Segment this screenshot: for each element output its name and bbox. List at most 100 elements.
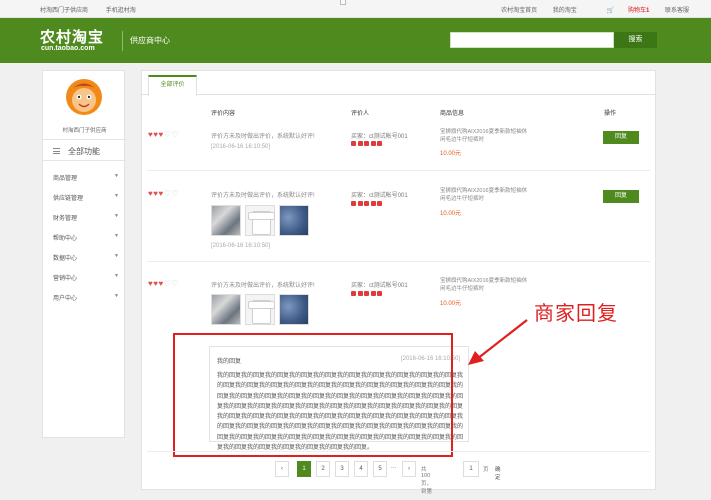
scroll-handle[interactable] (340, 0, 346, 5)
top-link-home[interactable]: 农村淘宝首页 (501, 8, 537, 14)
chevron-down-icon: ▼ (114, 293, 119, 299)
cart-count: 1 (645, 8, 650, 14)
sidebar-item-data[interactable]: 数据中心 ▼ (53, 253, 119, 265)
pagination-ellipsis: ... (391, 464, 397, 470)
chevron-down-icon: ▼ (114, 273, 119, 279)
header: 农村淘宝 cun.taobao.com 供应商中心 搜索 (0, 18, 711, 63)
review-photo[interactable] (279, 294, 309, 325)
review-photo[interactable] (211, 205, 241, 236)
sidebar-item-marketing[interactable]: 营销中心 ▼ (53, 273, 119, 285)
sidebar-item-label: 商品管理 (53, 176, 78, 182)
header-title: 供应商中心 (130, 36, 170, 45)
top-bar: 村淘西门子供应商 手机逛村淘 农村淘宝首页 我的淘宝 🛒 购物车1 联系客服 (0, 0, 711, 18)
annotation-label: 商家回复 (534, 301, 618, 325)
review-photo[interactable] (279, 205, 309, 236)
tab-all-reviews[interactable]: 全部评价 (148, 75, 197, 96)
review-text: 评价方未及时做出评价，系统默认好评! (211, 283, 315, 289)
all-functions-toggle[interactable]: 全部功能 (43, 139, 126, 161)
tab-bar: 全部评价 (142, 71, 655, 96)
pagination-page-4[interactable]: 4 (354, 461, 368, 477)
hamburger-menu-icon (53, 148, 60, 154)
review-photo[interactable] (211, 294, 241, 325)
sidebar-item-finance[interactable]: 财务管理 ▼ (53, 213, 119, 225)
pagination-page-5[interactable]: 5 (373, 461, 387, 477)
header-divider (122, 31, 123, 51)
review-date: [2016-06-16 16:10:50] (211, 144, 271, 150)
sidebar-item-label: 帮助中心 (53, 236, 78, 242)
column-header-product: 商品信息 (440, 111, 465, 117)
chevron-down-icon: ▼ (114, 173, 119, 179)
product-price: 10.00元 (440, 151, 462, 157)
chevron-down-icon: ▼ (114, 213, 119, 219)
sidebar-item-products[interactable]: 商品管理 ▼ (53, 173, 119, 185)
top-right-links: 农村淘宝首页 我的淘宝 🛒 购物车1 联系客服 (487, 5, 689, 14)
review-buyer: 买家：ct测试帐号001 (351, 193, 408, 199)
heart-icon: ♡ (171, 130, 180, 139)
store-name: 村淘西门子供应商 (62, 128, 107, 134)
pagination-page-input[interactable]: 1 (463, 461, 479, 477)
logo-domain: cun.taobao.com (41, 45, 95, 52)
search-button[interactable]: 搜索 (614, 32, 657, 48)
chevron-down-icon: ▼ (114, 253, 119, 259)
all-functions-label: 全部功能 (68, 147, 100, 156)
pagination-page-2[interactable]: 2 (316, 461, 330, 477)
top-left-links: 村淘西门子供应商 手机逛村淘 (40, 5, 152, 14)
product-price: 10.00元 (440, 301, 462, 307)
row-divider (147, 451, 650, 452)
sidebar-item-label: 数据中心 (53, 256, 78, 262)
buyer-rating (351, 201, 385, 206)
top-link-store[interactable]: 村淘西门子供应商 (40, 8, 88, 14)
logo-text[interactable]: 农村淘宝 (40, 26, 104, 47)
arrow-annotation-icon (468, 319, 528, 365)
sidebar-item-help[interactable]: 帮助中心 ▼ (53, 233, 119, 245)
product-title[interactable]: 宝狮旗代购AIX2016夏季新款短袖休闲毛边牛仔短裤时 (440, 129, 530, 144)
review-photo[interactable] (245, 294, 275, 325)
column-header-action: 操作 (604, 111, 617, 117)
cart-label: 购物车 (627, 8, 646, 14)
buyer-rating (351, 141, 385, 146)
heart-icon: ♡ (171, 189, 180, 198)
review-photo[interactable] (245, 205, 275, 236)
product-title[interactable]: 宝狮旗代购AIX2016夏季新款短袖休闲毛边牛仔短裤时 (440, 188, 530, 203)
sidebar-item-label: 营销中心 (53, 276, 78, 282)
review-date: [2016-06-16 16:10:50] (211, 243, 271, 249)
product-price: 10.00元 (440, 211, 462, 217)
pagination-page-3[interactable]: 3 (335, 461, 349, 477)
top-link-contact[interactable]: 联系客服 (665, 8, 689, 14)
top-link-mobile[interactable]: 手机逛村淘 (106, 8, 136, 14)
review-hearts: ♥♥♥♡♡ (148, 190, 179, 198)
column-header-content: 评价内容 (211, 111, 236, 117)
review-buyer: 买家：ct测试帐号001 (351, 134, 408, 140)
sidebar-item-label: 财务管理 (53, 216, 78, 222)
review-text: 评价方未及时做出评价，系统默认好评! (211, 193, 315, 199)
avatar-mascot-icon (66, 79, 102, 115)
reply-button[interactable]: 回复 (603, 131, 639, 144)
sidebar-item-label: 供应链管理 (53, 196, 84, 202)
pagination-prev[interactable]: ‹ (275, 461, 289, 477)
pagination-page-unit: 页 (483, 467, 489, 473)
sidebar: 村淘西门子供应商 全部功能 商品管理 ▼ 供应链管理 ▼ 财务管理 ▼ 帮助中心 ▼ 数… (42, 70, 126, 438)
pagination-total: 共100页，到第 (421, 467, 433, 495)
pagination-confirm[interactable]: 确定 (495, 465, 501, 481)
search-input[interactable] (450, 32, 614, 48)
reply-button[interactable]: 回复 (603, 190, 639, 203)
buyer-rating (351, 291, 385, 296)
review-hearts: ♥♥♥♡♡ (148, 131, 179, 139)
sidebar-item-label: 用户中心 (53, 296, 78, 302)
review-hearts: ♥♥♥♡♡ (148, 280, 179, 288)
row-divider (147, 170, 650, 171)
heart-icon: ♡ (171, 279, 180, 288)
review-text: 评价方未及时做出评价，系统默认好评! (211, 134, 315, 140)
review-buyer: 买家：ct测试帐号001 (351, 283, 408, 289)
cart-link[interactable]: 🛒 购物车1 (592, 8, 649, 14)
top-link-my-taobao[interactable]: 我的淘宝 (553, 8, 577, 14)
cart-icon: 🛒 (606, 8, 614, 14)
pagination-page-1[interactable]: 1 (297, 461, 311, 477)
sidebar-item-users[interactable]: 用户中心 ▼ (53, 293, 119, 305)
product-title[interactable]: 宝狮旗代购AIX2016夏季新款短袖休闲毛边牛仔短裤时 (440, 278, 530, 293)
pagination-next[interactable]: › (402, 461, 416, 477)
sidebar-item-supply-chain[interactable]: 供应链管理 ▼ (53, 193, 119, 205)
main-panel: 全部评价 评价内容 评价人 商品信息 操作 ♥♥♥♡♡ 评价方未及时做出评价，系… (141, 70, 656, 495)
annotation-highlight-frame (173, 333, 453, 457)
chevron-down-icon: ▼ (114, 233, 119, 239)
